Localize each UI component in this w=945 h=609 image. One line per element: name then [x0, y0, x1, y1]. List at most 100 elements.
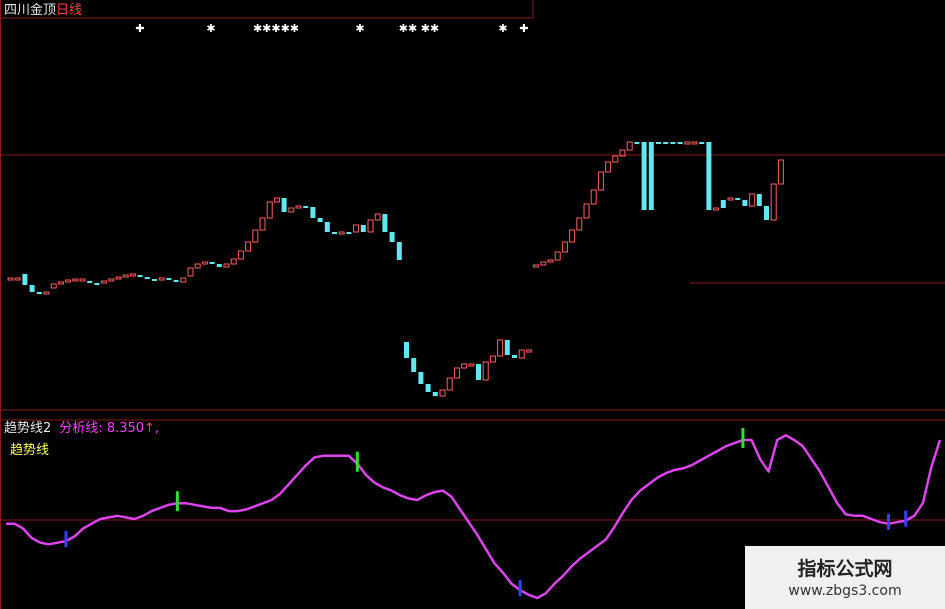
- main-panel-title: 四川金顶日线: [4, 4, 82, 18]
- up-candle: [223, 263, 230, 268]
- down-candle: [310, 207, 316, 218]
- signal-marker: ✱✱✱✱✱: [253, 22, 299, 35]
- down-candle: [634, 142, 640, 144]
- up-candle: [770, 183, 777, 221]
- up-candle: [453, 367, 460, 379]
- indicator-name: 趋势线2: [4, 421, 52, 436]
- signal-markers: ✚ ✱ ✱✱✱✱✱ ✱ ✱✱ ✱✱ ✱ ✚: [135, 22, 528, 35]
- down-candle: [166, 278, 172, 280]
- up-candle: [540, 261, 547, 266]
- down-candle: [36, 292, 42, 294]
- up-candle: [525, 349, 532, 353]
- up-candle: [777, 159, 784, 185]
- signal-marker: ✱: [355, 22, 364, 35]
- signal-marker: ✱✱: [399, 22, 417, 35]
- up-candle: [43, 291, 50, 295]
- trend-line-label: 趋势线: [10, 443, 50, 458]
- down-candle: [173, 280, 179, 282]
- up-candle: [597, 171, 604, 191]
- up-candle: [583, 203, 590, 219]
- up-candle: [461, 363, 468, 369]
- up-candle: [439, 389, 446, 397]
- down-candle: [209, 262, 215, 264]
- signal-marker: ✚: [135, 22, 144, 35]
- up-candle: [612, 155, 619, 163]
- down-candle: [216, 264, 222, 267]
- down-candle: [324, 222, 330, 232]
- up-candle: [158, 277, 165, 281]
- down-candle: [735, 198, 741, 200]
- indicator-panel-title: 趋势线2 分析线: 8.350↑,: [4, 422, 159, 436]
- down-candle: [303, 206, 309, 208]
- chart-canvas[interactable]: ✚ ✱ ✱✱✱✱✱ ✱ ✱✱ ✱✱ ✱ ✚: [0, 0, 945, 609]
- up-candle: [547, 259, 554, 263]
- up-candle: [590, 189, 597, 205]
- up-candle: [727, 197, 734, 201]
- up-candle: [180, 277, 187, 283]
- down-candle: [476, 364, 481, 380]
- watermark-badge: 指标公式网 www.zbgs3.com: [745, 546, 945, 609]
- down-candle: [152, 279, 157, 281]
- period-label: 日线: [56, 3, 83, 18]
- analysis-label: 分析线:: [59, 421, 103, 436]
- up-candle: [605, 161, 612, 173]
- up-candle: [259, 217, 266, 231]
- down-candle: [281, 198, 287, 212]
- up-candle: [497, 339, 504, 357]
- up-candle: [518, 349, 525, 359]
- up-candle: [79, 278, 86, 282]
- down-candle: [764, 206, 769, 220]
- down-candle: [29, 285, 35, 292]
- up-candle: [14, 277, 21, 281]
- up-candle: [50, 283, 57, 289]
- down-candle: [432, 392, 438, 396]
- down-candle: [382, 214, 388, 232]
- stock-chart-window: ✚ ✱ ✱✱✱✱✱ ✱ ✱✱ ✱✱ ✱ ✚ 四川金顶日线 趋势线2 分析线: 8.350↑, 趋…: [0, 0, 945, 609]
- signal-marker: ✱✱: [421, 22, 439, 35]
- down-candle: [504, 340, 510, 355]
- signal-marker: ✱: [498, 22, 507, 35]
- up-candle: [626, 141, 633, 151]
- up-candle: [554, 251, 561, 261]
- up-candle: [194, 263, 201, 269]
- down-candle: [389, 232, 395, 242]
- up-candle: [295, 205, 302, 209]
- candlestick-series: [7, 141, 784, 397]
- stock-name: 四川金顶: [4, 3, 57, 18]
- up-candle: [187, 267, 194, 277]
- up-candle: [237, 250, 244, 260]
- up-candle: [468, 363, 475, 367]
- down-candle: [656, 142, 661, 144]
- down-candle: [648, 142, 654, 210]
- up-candle: [122, 274, 129, 278]
- down-candle: [670, 142, 676, 144]
- down-candle: [360, 225, 366, 232]
- up-candle: [576, 217, 583, 231]
- down-candle: [641, 142, 647, 210]
- up-candle: [569, 229, 576, 243]
- down-candle: [663, 142, 669, 144]
- down-candle: [87, 281, 93, 283]
- watermark-site: www.zbgs3.com: [788, 583, 902, 599]
- up-candle: [108, 278, 115, 282]
- down-candle: [332, 232, 337, 234]
- up-candle: [749, 193, 756, 207]
- down-candle: [346, 232, 352, 234]
- down-candle: [396, 242, 402, 260]
- up-candle: [115, 276, 122, 280]
- up-candle: [129, 273, 136, 277]
- up-candle: [273, 197, 280, 203]
- up-candle: [101, 280, 108, 284]
- up-arrow-icon: ↑: [144, 421, 155, 436]
- down-candle: [720, 200, 726, 208]
- up-candle: [65, 279, 72, 283]
- up-candle: [374, 213, 381, 221]
- up-candle: [691, 141, 698, 145]
- up-candle: [201, 261, 208, 265]
- up-candle: [252, 229, 259, 243]
- down-candle: [699, 142, 705, 144]
- down-candle: [317, 218, 323, 222]
- down-candle: [137, 275, 143, 277]
- watermark-brand: 指标公式网: [797, 558, 893, 580]
- up-candle: [266, 201, 273, 219]
